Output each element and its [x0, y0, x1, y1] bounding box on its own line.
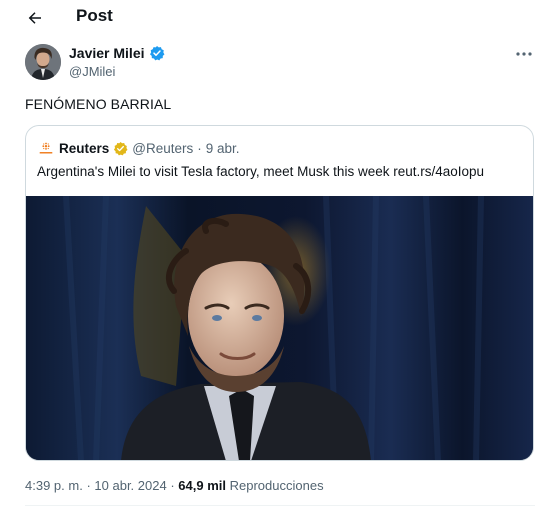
verified-badge-icon — [149, 46, 164, 61]
more-options-button[interactable] — [513, 44, 535, 64]
back-arrow-icon — [28, 12, 41, 24]
views-label: Reproducciones — [229, 478, 324, 493]
tweet-time[interactable]: 4:39 p. m. — [25, 478, 83, 493]
author-handle[interactable]: @JMilei — [69, 64, 115, 79]
author-name[interactable]: Javier Milei — [69, 45, 145, 61]
tweet-metadata: 4:39 p. m. · 10 abr. 2024 · 64,9 mil Rep… — [25, 478, 324, 493]
author-name-row: Javier Milei — [69, 45, 165, 61]
tweet-author: Javier Milei @JMilei — [25, 44, 535, 82]
quoted-tweet-date[interactable]: 9 abr. — [206, 141, 240, 156]
quoted-tweet-card[interactable]: Reuters @Reuters · 9 abr. Argentina's Mi… — [25, 125, 534, 461]
quoted-tweet-header: Reuters @Reuters · 9 abr. — [37, 139, 240, 157]
meta-separator: · — [170, 478, 175, 493]
top-bar: Post — [0, 0, 559, 36]
divider — [25, 505, 535, 506]
page-title: Post — [76, 6, 113, 25]
meta-separator: · — [86, 478, 91, 493]
views-count: 64,9 mil — [178, 478, 226, 493]
tweet-date[interactable]: 10 abr. 2024 — [94, 478, 166, 493]
back-button[interactable] — [22, 5, 48, 31]
quoted-author-name[interactable]: Reuters — [59, 141, 109, 156]
tweet-text: FENÓMENO BARRIAL — [25, 96, 172, 112]
avatar[interactable] — [25, 44, 61, 80]
reuters-logo-icon — [37, 139, 55, 157]
quoted-dot-separator: · — [197, 140, 202, 156]
quoted-tweet-text: Argentina's Milei to visit Tesla factory… — [37, 164, 485, 179]
gold-verified-badge-icon — [114, 141, 128, 155]
more-icon — [516, 52, 532, 56]
quoted-tweet-photo[interactable] — [26, 196, 533, 460]
quoted-author-handle[interactable]: @Reuters — [132, 141, 193, 156]
